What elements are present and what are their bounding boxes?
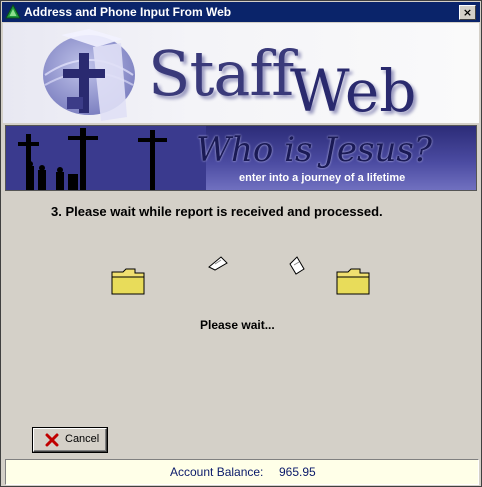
title-bar[interactable]: Address and Phone Input From Web ×	[2, 2, 480, 22]
who-is-jesus-banner: Who is Jesus? enter into a journey of a …	[5, 125, 477, 191]
source-folder-icon	[111, 268, 145, 295]
logo-word-web: Web	[290, 57, 417, 123]
account-balance-value: 965.95	[279, 465, 316, 479]
account-balance-label: Account Balance:	[170, 465, 264, 479]
step-instruction: 3. Please wait while report is received …	[51, 204, 383, 219]
logo-word-staff: Staff	[148, 37, 294, 110]
globe-cross-emblem	[43, 29, 135, 121]
close-icon: ×	[462, 6, 473, 19]
banner-subtitle: enter into a journey of a lifetime	[239, 172, 406, 184]
staffweb-logo: Staff Web	[3, 23, 479, 123]
banner-script-title: Who is Jesus?	[196, 130, 433, 170]
crosses-silhouette	[6, 126, 206, 190]
window-title: Address and Phone Input From Web	[24, 5, 232, 19]
cancel-button[interactable]: Cancel	[32, 427, 108, 453]
close-button[interactable]: ×	[459, 5, 476, 20]
flying-document-icon	[208, 256, 228, 271]
red-x-icon	[45, 433, 59, 447]
app-window: Address and Phone Input From Web × Staff…	[0, 0, 482, 487]
app-triangle-icon	[5, 4, 21, 19]
account-balance-bar: Account Balance: 965.95	[5, 459, 479, 485]
target-folder-icon	[336, 268, 370, 295]
cancel-button-label: Cancel	[65, 433, 100, 445]
wait-message: Please wait...	[200, 318, 275, 332]
flying-document-icon-2	[289, 256, 305, 275]
